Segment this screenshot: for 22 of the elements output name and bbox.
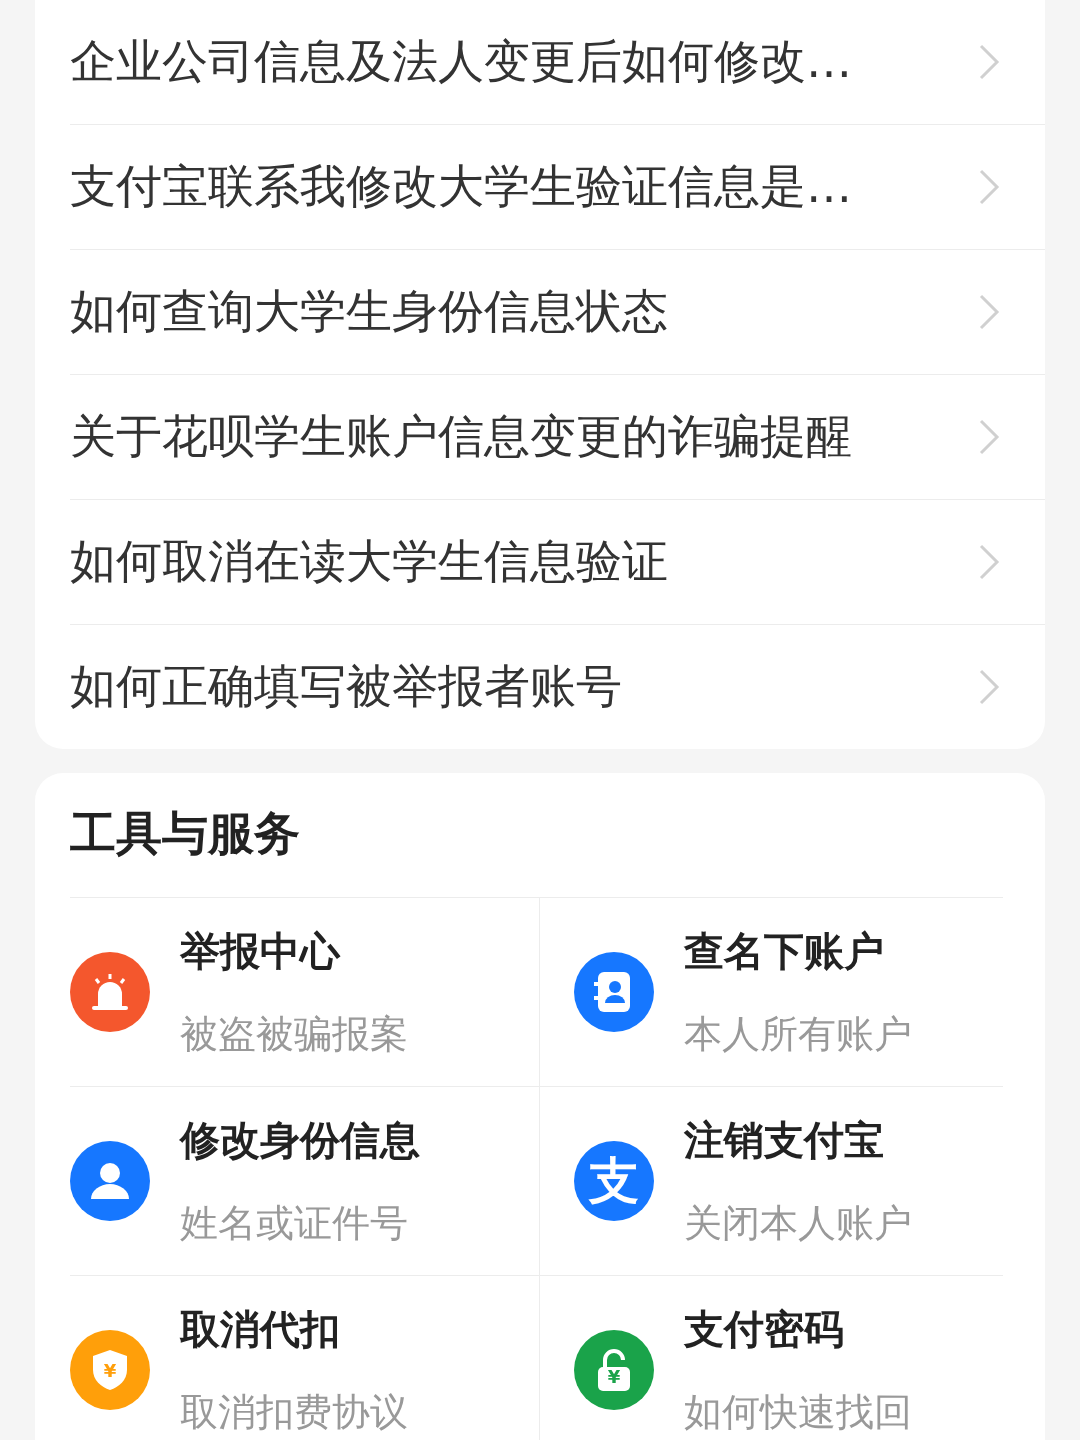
chevron-right-icon [978,418,1000,456]
faq-item[interactable]: 如何查询大学生身份信息状态 [70,250,1045,375]
tool-item[interactable]: 举报中心 被盗被骗报案 [70,898,540,1087]
chevron-right-icon [978,168,1000,206]
chevron-right-icon [978,293,1000,331]
chevron-right-icon [978,543,1000,581]
chevron-right-icon [978,43,1000,81]
faq-item[interactable]: 支付宝联系我修改大学生验证信息是… [70,125,1045,250]
tool-item[interactable]: 查名下账户 本人所有账户 [540,898,1003,1087]
faq-item[interactable]: 企业公司信息及法人变更后如何修改… [70,0,1045,125]
tool-item[interactable]: 支 注销支付宝 关闭本人账户 [540,1087,1003,1276]
logo-icon: 支 [574,1141,654,1221]
tool-item[interactable]: ¥ 取消代扣 取消扣费协议 [70,1276,540,1440]
tool-item[interactable]: ¥ 支付密码 如何快速找回 [540,1276,1003,1440]
tool-item[interactable]: 修改身份信息 姓名或证件号 [70,1087,540,1276]
section-title: 工具与服务 [69,805,301,862]
faq-item[interactable]: 如何取消在读大学生信息验证 [70,500,1045,625]
chevron-right-icon [978,668,1000,706]
faq-item[interactable]: 如何正确填写被举报者账号 [70,625,1045,749]
faq-item[interactable]: 关于花呗学生账户信息变更的诈骗提醒 [70,375,1045,500]
padlock-icon: ¥ [574,1330,654,1410]
shield-icon: ¥ [70,1330,150,1410]
